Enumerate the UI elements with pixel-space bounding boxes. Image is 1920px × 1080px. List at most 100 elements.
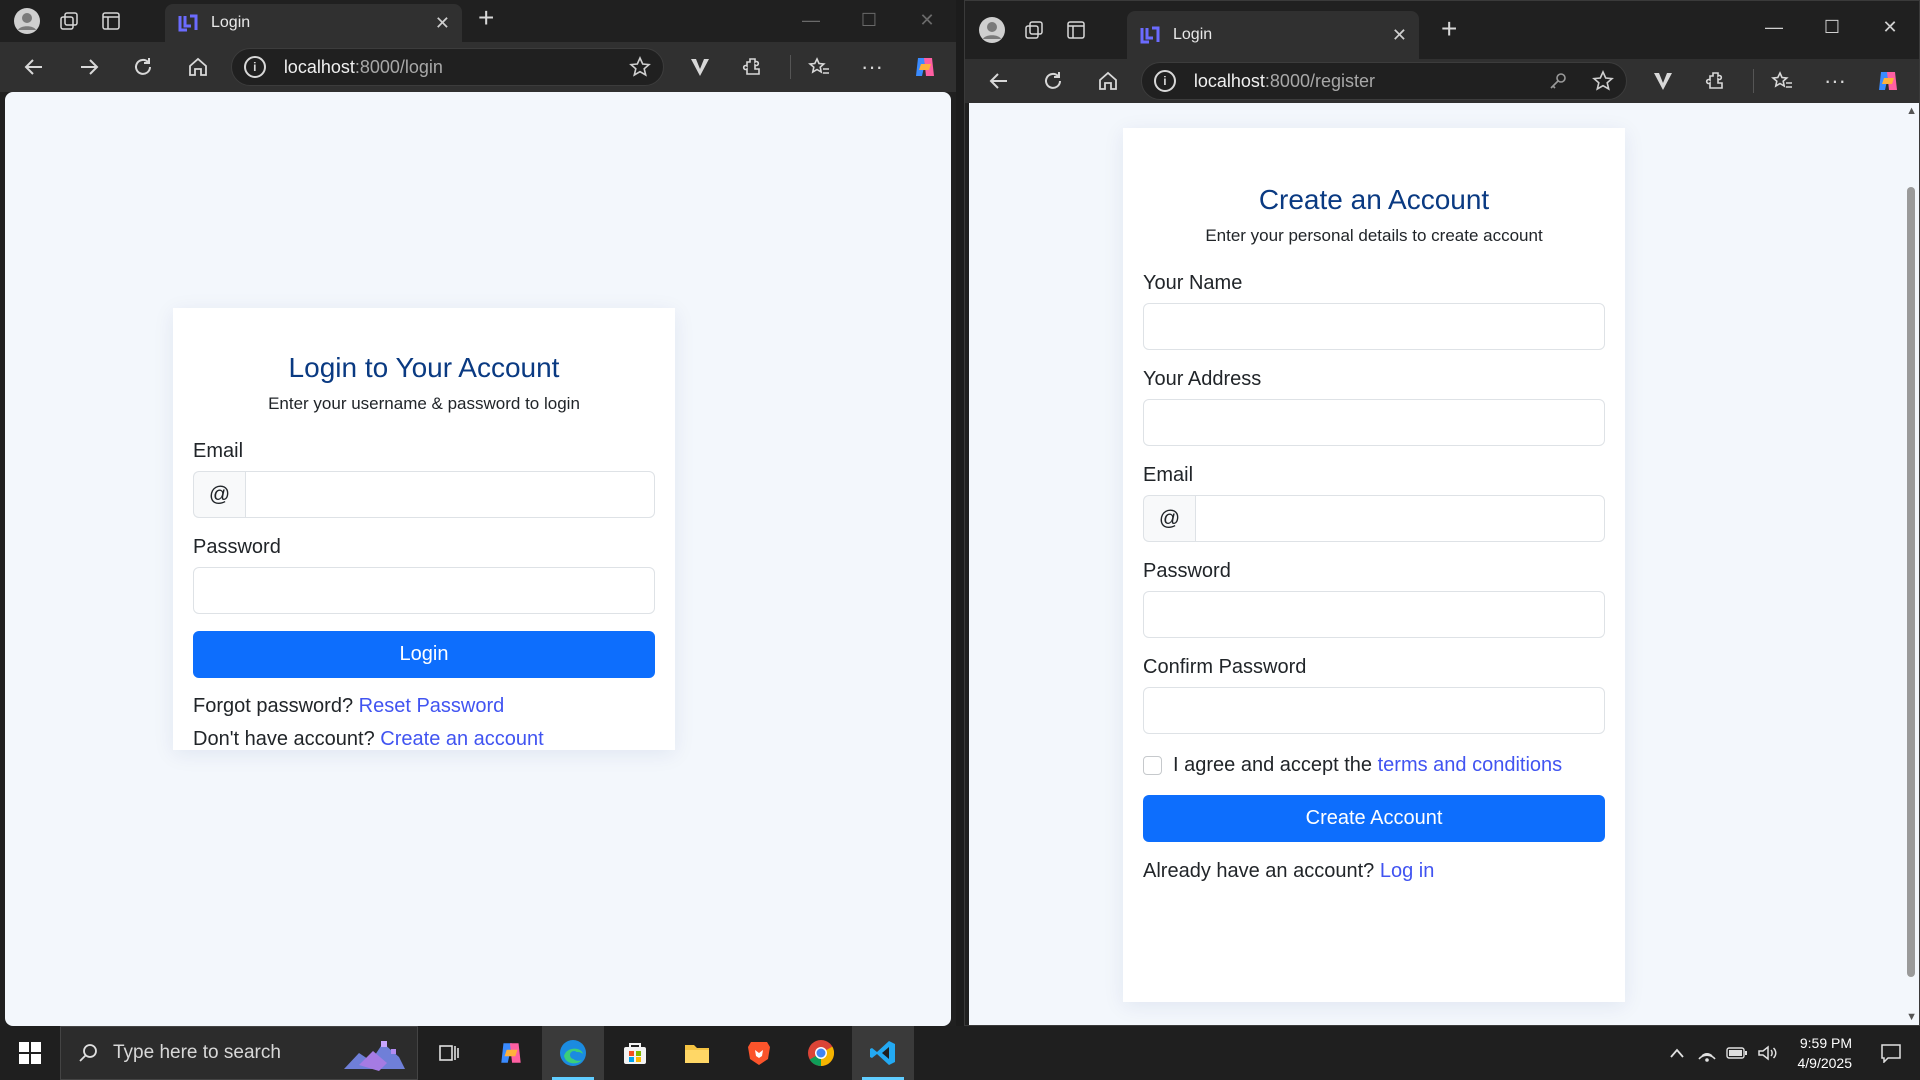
favorite-star-icon[interactable] — [1592, 70, 1614, 92]
email-input-group: @ — [1143, 495, 1605, 542]
minimize-icon[interactable]: — — [782, 0, 840, 40]
profile-icon[interactable] — [977, 15, 1007, 45]
refresh-icon[interactable] — [121, 45, 165, 89]
url-path: :8000/register — [1264, 70, 1375, 91]
notifications-icon[interactable] — [1876, 1043, 1906, 1063]
login-button[interactable]: Login — [193, 631, 655, 678]
address-label: Your Address — [1143, 368, 1262, 390]
scrollbar-thumb[interactable] — [1907, 187, 1915, 977]
navigation-bar: i localhost:8000/login ··· — [0, 42, 956, 92]
maximize-icon[interactable]: ☐ — [840, 0, 898, 40]
password-input[interactable] — [193, 567, 655, 614]
new-tab-button[interactable]: + — [1441, 13, 1457, 45]
copilot-icon[interactable] — [903, 45, 947, 89]
terms-link[interactable]: terms and conditions — [1378, 754, 1563, 776]
new-tab-button[interactable]: + — [478, 2, 494, 34]
copilot-app-icon[interactable] — [480, 1026, 542, 1080]
back-arrow-icon[interactable] — [977, 59, 1021, 103]
forward-arrow-icon[interactable] — [67, 45, 111, 89]
browser-window-login: Login ✕ + — ☐ ✕ i localhost:8000/login — [0, 0, 956, 1026]
close-window-icon[interactable]: ✕ — [1861, 7, 1919, 47]
search-highlight-art-icon — [344, 1041, 405, 1071]
clock[interactable]: 9:59 PM 4/9/2025 — [1798, 1033, 1853, 1073]
edge-browser-icon[interactable] — [542, 1026, 604, 1080]
taskbar-search[interactable]: Type here to search — [60, 1026, 418, 1080]
vertical-tabs-icon[interactable] — [1061, 15, 1091, 45]
page-title: Create an Account — [1258, 184, 1490, 215]
scroll-up-icon[interactable]: ▲ — [1906, 105, 1917, 117]
vscode-icon[interactable] — [852, 1026, 914, 1080]
window-controls: — ☐ ✕ — [1745, 7, 1919, 47]
password-key-icon[interactable] — [1548, 71, 1568, 91]
email-input[interactable] — [1195, 495, 1605, 542]
chrome-browser-icon[interactable] — [790, 1026, 852, 1080]
copilot-icon[interactable] — [1866, 59, 1910, 103]
extensions-icon[interactable] — [1694, 59, 1738, 103]
refresh-icon[interactable] — [1032, 59, 1076, 103]
wifi-icon[interactable] — [1692, 1044, 1722, 1062]
have-account-text: Already have an account? — [1143, 860, 1375, 882]
home-icon[interactable] — [176, 45, 220, 89]
brave-browser-icon[interactable] — [728, 1026, 790, 1080]
tab-login[interactable]: Login ✕ — [165, 4, 462, 42]
volume-icon[interactable] — [1752, 1044, 1782, 1062]
at-sign-prefix: @ — [193, 471, 245, 518]
clock-time: 9:59 PM — [1799, 1035, 1852, 1051]
email-input[interactable] — [245, 471, 655, 518]
address-input[interactable] — [1143, 399, 1605, 446]
close-tab-icon[interactable]: ✕ — [435, 13, 450, 34]
no-account-text: Don't have account? — [193, 728, 375, 750]
password-label: Password — [193, 536, 281, 558]
windows-start-icon[interactable] — [0, 1026, 60, 1080]
favorites-icon[interactable] — [1760, 59, 1804, 103]
laravel-favicon-icon — [178, 14, 198, 32]
minimize-icon[interactable]: — — [1745, 7, 1803, 47]
workspaces-icon[interactable] — [1019, 15, 1049, 45]
vivaldi-extension-icon[interactable] — [1641, 59, 1685, 103]
password-label: Password — [1143, 560, 1231, 582]
favorites-icon[interactable] — [797, 45, 841, 89]
scroll-down-icon[interactable]: ▼ — [1906, 1011, 1917, 1023]
address-bar[interactable]: i localhost:8000/register — [1140, 62, 1627, 100]
microsoft-store-icon[interactable] — [604, 1026, 666, 1080]
create-account-link[interactable]: Create an account — [380, 728, 543, 750]
reset-password-link[interactable]: Reset Password — [359, 695, 505, 717]
more-menu-icon[interactable]: ··· — [850, 45, 894, 89]
no-account-line: Don't have account? Create an account — [193, 728, 655, 751]
extensions-icon[interactable] — [731, 45, 775, 89]
terms-checkbox[interactable] — [1143, 756, 1162, 776]
page-viewport: Create an Account Enter your personal de… — [969, 103, 1903, 1025]
workspaces-icon[interactable] — [54, 6, 84, 36]
vivaldi-extension-icon[interactable] — [678, 45, 722, 89]
page-viewport: Login to Your Account Enter your usernam… — [5, 92, 951, 1026]
battery-icon[interactable] — [1722, 1046, 1752, 1060]
login-link[interactable]: Log in — [1380, 860, 1435, 882]
confirm-password-input[interactable] — [1143, 687, 1605, 734]
at-sign-prefix: @ — [1143, 495, 1195, 542]
maximize-icon[interactable]: ☐ — [1803, 7, 1861, 47]
favorite-star-icon[interactable] — [629, 56, 651, 78]
tab-login[interactable]: Login ✕ — [1127, 11, 1419, 59]
name-input[interactable] — [1143, 303, 1605, 350]
home-icon[interactable] — [1086, 59, 1130, 103]
close-window-icon[interactable]: ✕ — [898, 0, 956, 40]
create-account-button[interactable]: Create Account — [1143, 795, 1605, 842]
profile-icon[interactable] — [12, 6, 42, 36]
file-explorer-icon[interactable] — [666, 1026, 728, 1080]
close-tab-icon[interactable]: ✕ — [1392, 25, 1407, 46]
more-menu-icon[interactable]: ··· — [1813, 59, 1857, 103]
chevron-up-icon[interactable] — [1662, 1047, 1692, 1059]
url-path: :8000/login — [354, 56, 443, 77]
vertical-scrollbar[interactable]: ▲ ▼ — [1903, 103, 1919, 1025]
site-info-icon[interactable]: i — [1153, 70, 1176, 92]
title-bar: Login ✕ + — ☐ ✕ — [965, 1, 1919, 59]
url-host: localhost — [1193, 70, 1265, 91]
laravel-favicon-icon — [1140, 26, 1160, 44]
back-arrow-icon[interactable] — [12, 45, 56, 89]
address-bar[interactable]: i localhost:8000/login — [230, 48, 665, 86]
password-input[interactable] — [1143, 591, 1605, 638]
task-view-icon[interactable] — [418, 1026, 480, 1080]
site-info-icon[interactable]: i — [243, 56, 266, 78]
have-account-line: Already have an account? Log in — [1143, 860, 1605, 883]
vertical-tabs-icon[interactable] — [96, 6, 126, 36]
